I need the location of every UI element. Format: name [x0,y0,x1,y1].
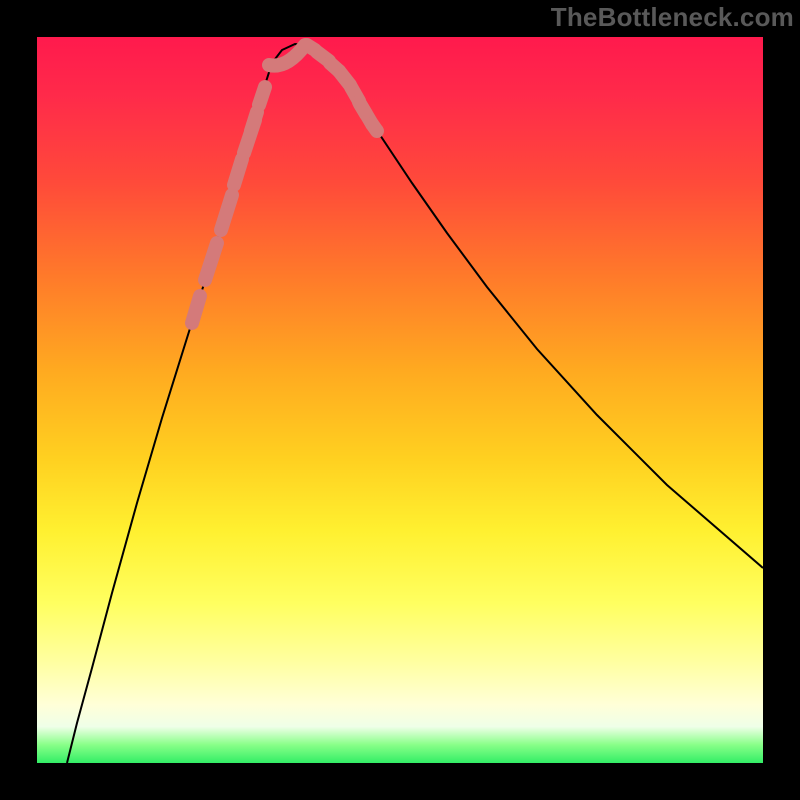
highlight-left-6 [259,87,265,105]
plot-area [37,37,763,763]
highlight-left-0 [192,296,200,323]
highlight-right-6 [360,104,366,114]
bottleneck-curve [67,44,763,763]
highlight-right-7 [372,124,377,131]
highlight-left-1 [205,243,217,280]
chart-frame: TheBottleneck.com [0,0,800,800]
highlight-left-2 [221,195,232,230]
highlight-left-3 [234,159,242,185]
attribution-label: TheBottleneck.com [551,2,794,33]
highlight-left-5 [251,112,257,131]
highlight-markers [192,45,377,323]
bottleneck-curve-svg [37,37,763,763]
